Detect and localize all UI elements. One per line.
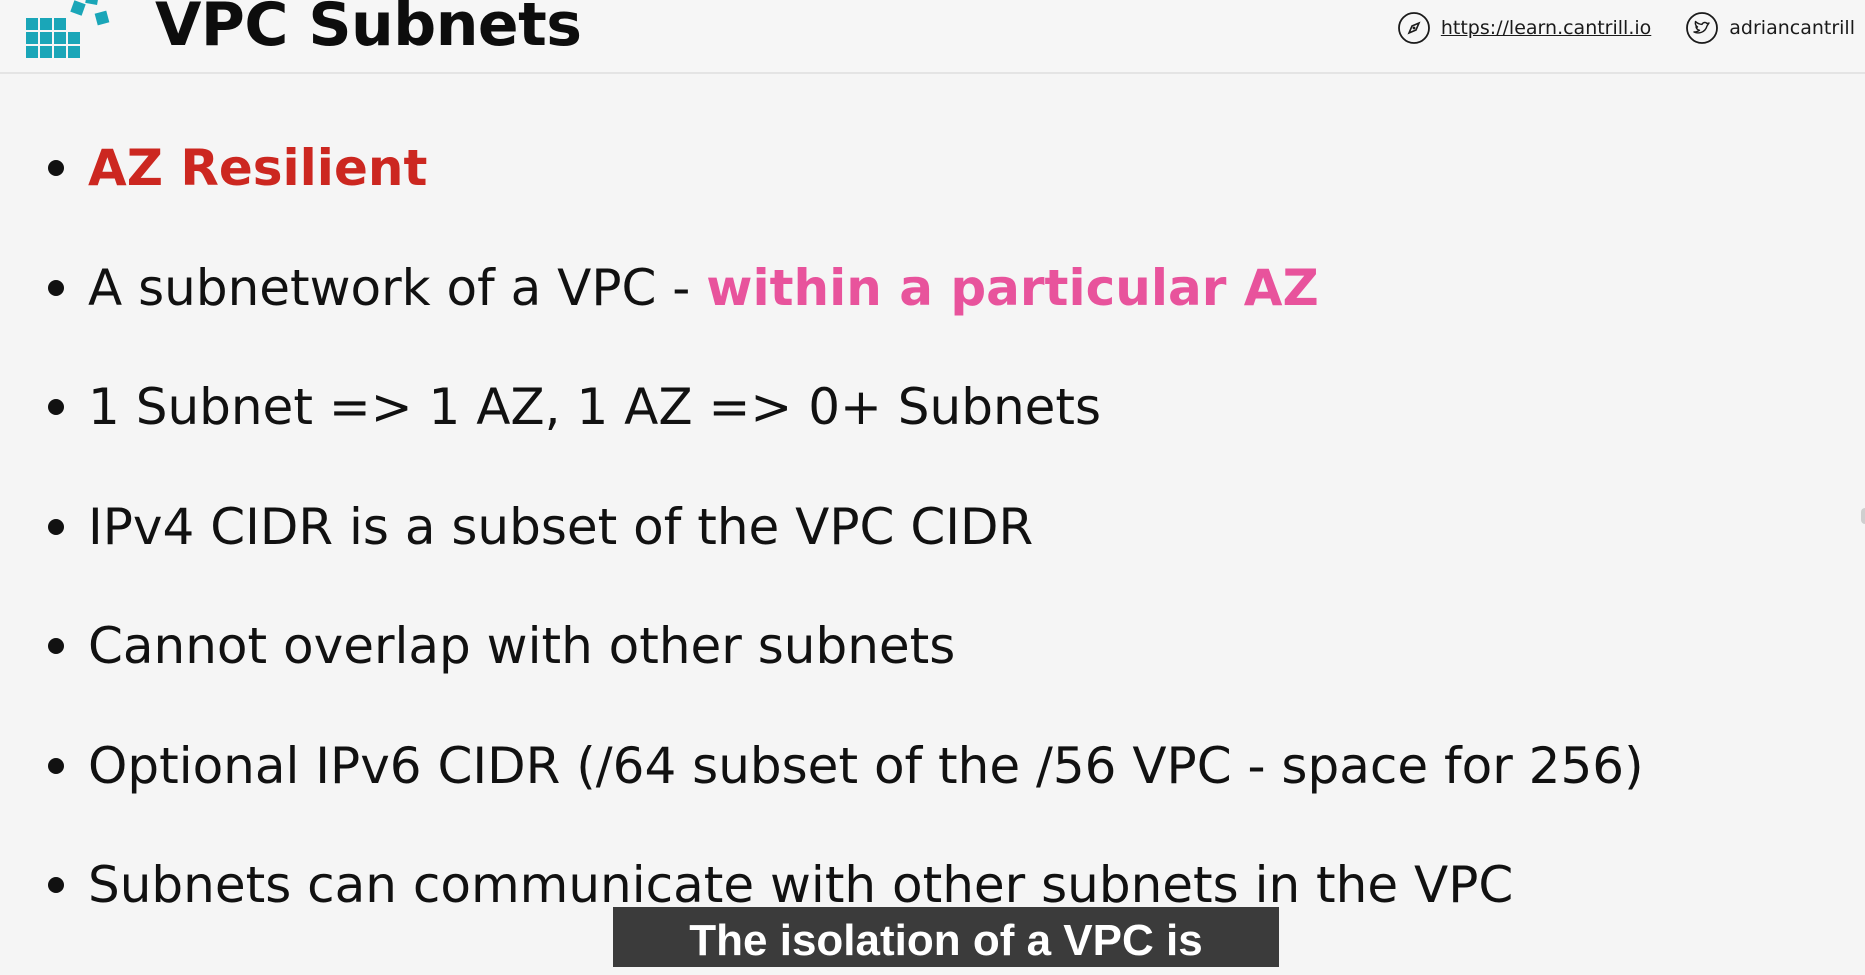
compass-icon: [1397, 12, 1430, 44]
scroll-handle[interactable]: [1861, 508, 1865, 524]
bullet-dot: [48, 160, 64, 176]
twitter-icon: [1686, 12, 1719, 44]
bullet-dot: [48, 399, 64, 415]
bullet-text: Cannot overlap with other subnets: [88, 617, 956, 675]
bullet-no-overlap: Cannot overlap with other subnets: [48, 616, 1644, 676]
bullet-az-resilient: AZ Resilient: [48, 138, 1644, 198]
bullet-ipv4-cidr: IPv4 CIDR is a subset of the VPC CIDR: [48, 497, 1644, 557]
header-links: https://learn.cantrill.io adriancantrill: [1397, 10, 1855, 46]
bullet-list: AZ Resilient A subnetwork of a VPC - wit…: [48, 138, 1644, 975]
blocks-logo-icon: [26, 0, 110, 58]
slide-header: VPC Subnets https://learn.cantrill.io ad…: [0, 0, 1865, 74]
twitter-handle[interactable]: adriancantrill: [1729, 17, 1855, 39]
bullet-highlight: within a particular AZ: [706, 258, 1319, 317]
bullet-ipv6-cidr: Optional IPv6 CIDR (/64 subset of the /5…: [48, 736, 1644, 796]
bullet-dot: [48, 279, 64, 296]
twitter-link[interactable]: adriancantrill: [1685, 11, 1855, 45]
bullet-communicate: Subnets can communicate with other subne…: [48, 855, 1644, 915]
bullet-dot: [48, 518, 64, 535]
bullet-subnetwork: A subnetwork of a VPC - within a particu…: [48, 258, 1644, 318]
bullet-dot: [48, 638, 64, 654]
bullet-text: Subnets can communicate with other subne…: [88, 856, 1514, 914]
bullet-text: AZ Resilient: [88, 139, 428, 197]
bullet-text: Optional IPv6 CIDR (/64 subset of the /5…: [88, 736, 1644, 795]
bullet-text: IPv4 CIDR is a subset of the VPC CIDR: [88, 497, 1034, 556]
page-title: VPC Subnets: [155, 0, 582, 60]
website-link[interactable]: https://learn.cantrill.io: [1397, 11, 1651, 45]
bullet-dot: [48, 757, 64, 774]
bullet-dot: [48, 877, 64, 893]
bullet-subnet-az: 1 Subnet => 1 AZ, 1 AZ => 0+ Subnets: [48, 377, 1644, 437]
website-url[interactable]: https://learn.cantrill.io: [1441, 17, 1651, 39]
bullet-text: A subnetwork of a VPC -: [88, 258, 707, 317]
subtitle-caption: The isolation of a VPC is: [613, 907, 1279, 967]
bullet-text: 1 Subnet => 1 AZ, 1 AZ => 0+ Subnets: [88, 378, 1102, 436]
